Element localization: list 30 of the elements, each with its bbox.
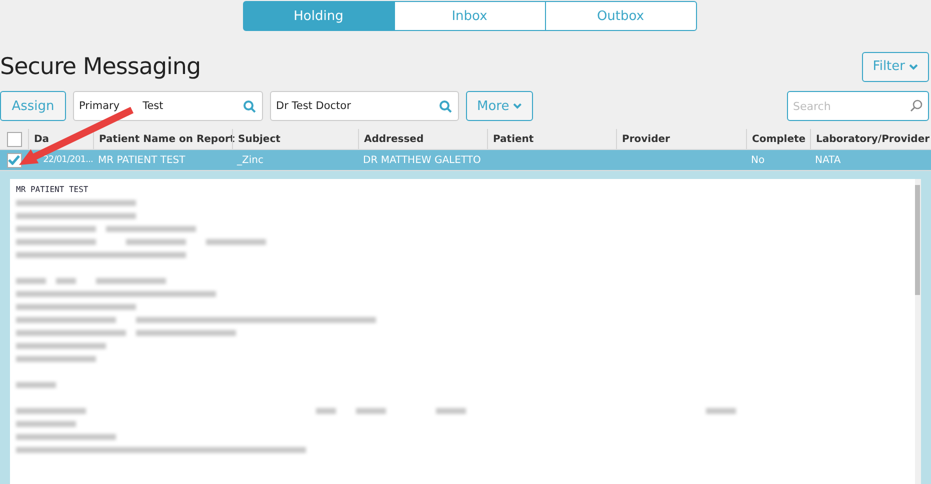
chevron-down-icon	[513, 103, 522, 109]
search-field[interactable]: Search	[787, 91, 929, 121]
table-cell: No	[751, 154, 765, 166]
select-all-checkbox[interactable]	[6, 132, 22, 146]
field-value: Primary	[79, 100, 120, 112]
column-header[interactable]: Da	[28, 129, 93, 149]
column-header[interactable]: Complete	[746, 129, 810, 149]
row-checkbox[interactable]	[6, 152, 22, 168]
column-header[interactable]: Addressed	[358, 129, 487, 149]
search-icon	[910, 99, 923, 112]
field-value: Dr Test Doctor	[276, 100, 351, 112]
chevron-down-icon	[909, 64, 918, 70]
column-header[interactable]: Provider	[616, 129, 746, 149]
table-cell: DR MATTHEW GALETTO	[363, 154, 481, 166]
field-value: Test	[142, 100, 164, 112]
column-header[interactable]: Subject	[232, 129, 358, 149]
table-cell: MR PATIENT TEST	[98, 154, 186, 166]
table-cell: 22/01/201...	[43, 155, 93, 165]
table-cell: NATA	[815, 154, 841, 166]
search-icon	[243, 100, 256, 112]
report-heading: MR PATIENT TEST	[16, 185, 90, 194]
input-field[interactable]: Primary Test	[73, 91, 263, 121]
column-header[interactable]: Laboratory/Provider	[810, 129, 931, 149]
page-title: Secure Messaging	[0, 54, 201, 80]
column-header[interactable]: Patient	[487, 129, 616, 149]
column-header[interactable]: Patient Name on Report	[93, 129, 232, 149]
input-field[interactable]: Dr Test Doctor	[270, 91, 459, 121]
table-cell: _Zinc	[237, 154, 264, 166]
search-icon	[439, 100, 452, 112]
scrollbar-thumb[interactable]	[915, 185, 920, 295]
